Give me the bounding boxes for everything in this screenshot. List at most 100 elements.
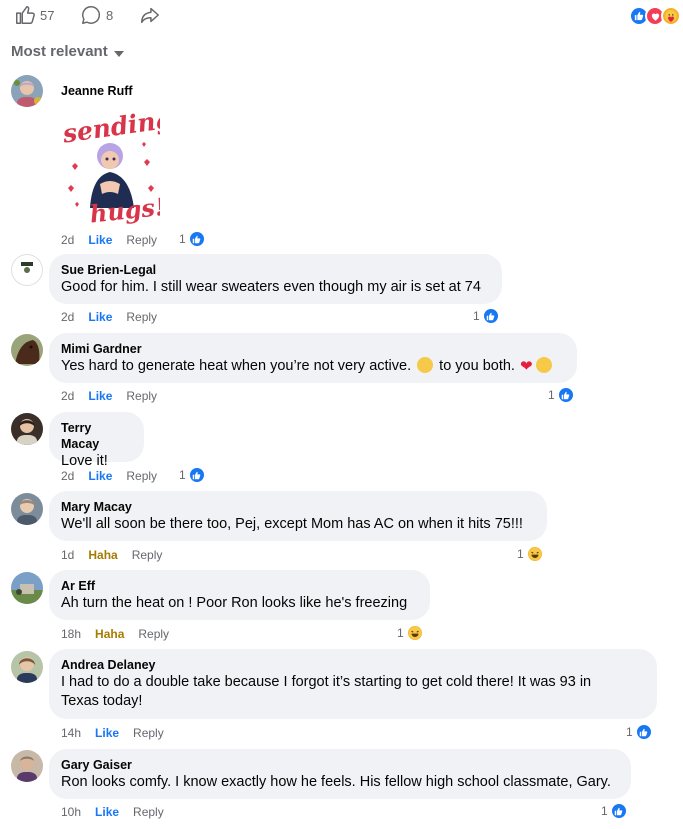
sort-label: Most relevant [11,43,108,60]
like-action[interactable]: Like [95,805,119,819]
reaction-count[interactable]: 1 [601,802,628,820]
comment-bubble: Ar Eff Ah turn the heat on ! Poor Ron lo… [49,570,430,620]
haha-action[interactable]: Haha [88,548,117,562]
comment-time[interactable]: 18h [61,627,81,641]
reaction-count-value: 1 [626,725,633,739]
avatar[interactable] [11,75,43,107]
reaction-count-value: 1 [601,804,608,818]
sending-hugs-sticker: sending hugs! [60,104,175,228]
comment-time[interactable]: 2d [61,469,74,483]
reply-action[interactable]: Reply [138,627,169,641]
comment-text-line: Texas today! [61,693,143,709]
comment-time[interactable]: 14h [61,726,81,740]
comment-bubble: Sue Brien-Legal Good for him. I still we… [49,254,502,304]
comment-count-button[interactable]: 8 [80,4,113,26]
avatar[interactable] [11,572,43,604]
avatar[interactable] [11,334,43,366]
post-action-bar: 57 8 [0,0,683,34]
comment-bubble: Gary Gaiser Ron looks comfy. I know exac… [49,749,631,799]
avatar[interactable] [11,493,43,525]
comment-author[interactable]: Gary Gaiser [61,757,619,773]
comment-author[interactable]: Ar Eff [61,578,418,594]
reaction-count[interactable]: 1 [548,386,575,404]
comment-meta: 2d Like Reply [61,310,157,324]
share-arrow-icon [139,4,161,26]
comment-time[interactable]: 10h [61,805,81,819]
like-reaction-icon [481,307,500,325]
reaction-count[interactable]: 1 [179,230,206,248]
comment-author[interactable]: Jeanne Ruff [61,83,133,99]
like-action[interactable]: Like [95,726,119,740]
sticker-text-top: sending [60,104,160,148]
hug-emoji-icon [535,357,552,373]
thumbs-up-icon [14,4,36,26]
reply-action[interactable]: Reply [126,469,157,483]
comment-bubble-icon [80,4,102,26]
reply-action[interactable]: Reply [132,548,163,562]
comment-text-part: Yes hard to generate heat when you’re no… [61,358,412,374]
like-reaction-icon [187,466,206,484]
haha-reaction-icon [405,624,424,642]
caret-down-icon [113,50,124,57]
like-action[interactable]: Like [88,389,112,403]
comment-time[interactable]: 2d [61,389,74,403]
reply-action[interactable]: Reply [133,805,164,819]
comment-text: We'll all soon be there too, Pej, except… [61,516,523,532]
comment-time[interactable]: 1d [61,548,74,562]
comment-time[interactable]: 2d [61,310,74,324]
reaction-count[interactable]: 1 [473,307,500,325]
likes-count: 57 [40,7,55,23]
comment-text-part: to you both. [439,358,515,374]
like-reaction-icon [634,723,653,741]
avatar[interactable] [11,254,43,286]
like-action[interactable]: Like [88,469,112,483]
reaction-count[interactable]: 1 [397,624,424,642]
comment-author[interactable]: Mary Macay [61,499,535,515]
comment-author[interactable]: Mimi Gardner [61,341,565,357]
haha-action[interactable]: Haha [95,627,124,641]
hug-emoji-icon [417,357,434,373]
like-action[interactable]: Like [88,233,112,247]
comment-bubble: Andrea Delaney I had to do a double take… [49,649,657,719]
reaction-count[interactable]: 1 [517,545,544,563]
comment-author[interactable]: Sue Brien-Legal [61,262,490,278]
comment-meta: 2d Like Reply [61,233,157,247]
comment-text: Ah turn the heat on ! Poor Ron looks lik… [61,595,408,611]
comment-meta: 2d Like Reply [61,389,157,403]
comment-sort-dropdown[interactable]: Most relevant [11,43,124,60]
reaction-count[interactable]: 1 [179,466,206,484]
heart-emoji-icon: ❤ [519,358,533,375]
comment-meta: 14h Like Reply [61,726,164,740]
reply-action[interactable]: Reply [126,310,157,324]
comment-text: Ron looks comfy. I know exactly how he f… [61,774,611,790]
reply-action[interactable]: Reply [133,726,164,740]
like-reaction-icon [187,230,206,248]
like-reaction-icon [609,802,628,820]
comment-meta: 2d Like Reply [61,469,157,483]
comment-text-line: I had to do a double take because I forg… [61,674,592,690]
comment-meta: 10h Like Reply [61,805,164,819]
reply-action[interactable]: Reply [126,233,157,247]
comment-text: Yes hard to generate heat when you’re no… [61,357,565,376]
avatar[interactable] [11,750,43,782]
share-button[interactable] [139,4,161,26]
reaction-summary[interactable] [629,6,681,26]
avatar[interactable] [11,651,43,683]
comment-author[interactable]: Andrea Delaney [61,657,645,673]
comment-time[interactable]: 2d [61,233,74,247]
reaction-count-value: 1 [179,232,186,246]
reaction-count-value: 1 [548,388,555,402]
comment-meta: 18h Haha Reply [61,627,169,641]
reaction-count[interactable]: 1 [626,723,653,741]
reaction-count-value: 1 [179,468,186,482]
reaction-count-value: 1 [517,547,524,561]
comment-author[interactable]: Terry Macay [61,420,132,452]
comment-bubble: Mimi Gardner Yes hard to generate heat w… [49,333,577,383]
reply-action[interactable]: Reply [126,389,157,403]
avatar[interactable] [11,413,43,445]
like-action[interactable]: Like [88,310,112,324]
like-count-button[interactable]: 57 [14,4,54,26]
comment-text: Good for him. I still wear sweaters even… [61,279,481,295]
reaction-count-value: 1 [397,626,404,640]
comment-meta: 1d Haha Reply [61,548,162,562]
